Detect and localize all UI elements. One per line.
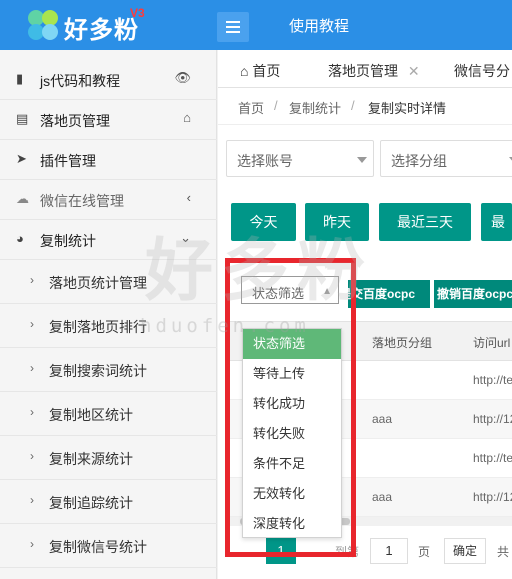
sidebar-item-js-code[interactable]: ▮ js代码和教程 👁: [0, 60, 217, 100]
cell-group: aaa: [372, 412, 393, 426]
group-select[interactable]: 选择分组: [380, 140, 512, 177]
tab-home[interactable]: ⌂ 首页: [240, 61, 280, 81]
sidebar-item-landing-page[interactable]: ▤ 落地页管理 ⌂: [0, 100, 217, 140]
send-icon: ➤: [16, 151, 27, 166]
submit-baidu-ocpc-button[interactable]: 提交百度ocpc: [348, 280, 430, 308]
today-button[interactable]: 今天: [231, 203, 296, 241]
caret-down-icon: [357, 157, 367, 163]
breadcrumb: 首页 / 复制统计 / 复制实时详情: [218, 88, 512, 125]
sidebar-subitem-label: 复制来源统计: [49, 451, 133, 467]
close-icon[interactable]: ✕: [408, 63, 420, 79]
sidebar-item-label: js代码和教程: [40, 73, 121, 89]
sidebar-subitem[interactable]: › 复制搜索词统计: [0, 348, 217, 392]
document-icon: ▤: [16, 111, 29, 126]
confirm-button[interactable]: 确定: [444, 538, 486, 564]
sidebar: ▮ js代码和教程 👁 ▤ 落地页管理 ⌂ ➤ 插件管理 ☁ 微信在线管理 ‹ …: [0, 50, 217, 579]
sidebar-subitem-label: 复制落地页排行: [49, 319, 147, 335]
sidebar-subitem[interactable]: › 复制落地页排行: [0, 304, 217, 348]
sidebar-item-label: 落地页管理: [40, 113, 110, 129]
highlight-box: [225, 258, 356, 557]
tab-label: 首页: [252, 63, 281, 79]
more-date-button[interactable]: 最: [481, 203, 512, 241]
sidebar-subitem[interactable]: › 复制追踪统计: [0, 480, 217, 524]
sidebar-subitem[interactable]: › 复制来源统计: [0, 436, 217, 480]
sidebar-subitem-label: 落地页统计管理: [49, 275, 147, 291]
menu-toggle-button[interactable]: [217, 12, 249, 42]
bookmark-icon: ▮: [16, 71, 24, 86]
pie-chart-icon: ◕: [16, 231, 24, 246]
tutorial-link[interactable]: 使用教程: [289, 15, 349, 36]
sidebar-subitem-label: 复制微信号统计: [49, 539, 147, 555]
sidebar-item-copy-stats[interactable]: ◕ 复制统计 ⌄: [0, 220, 217, 260]
chevron-right-icon: ›: [30, 449, 34, 463]
top-header: 好多粉 V3 使用教程: [0, 0, 512, 50]
tab-bar: ⌂ 首页 落地页管理 ✕ 微信号分: [218, 50, 512, 88]
version-badge: V3: [130, 6, 145, 20]
tab-label: 落地页管理: [328, 63, 398, 79]
home-icon: ⌂: [240, 63, 249, 79]
sidebar-item-label: 微信在线管理: [40, 193, 124, 209]
chevron-right-icon: ›: [30, 493, 34, 507]
page-label: 页: [418, 545, 431, 559]
breadcrumb-copy-stats[interactable]: 复制统计: [289, 98, 341, 117]
account-select[interactable]: 选择账号: [226, 140, 374, 177]
total-label: 共: [497, 545, 510, 559]
chevron-right-icon: ›: [30, 405, 34, 419]
breadcrumb-home[interactable]: 首页: [238, 98, 264, 117]
wechat-icon: ☁: [16, 191, 29, 206]
cell-group: aaa: [372, 490, 393, 504]
logo-text: 好多粉: [64, 17, 139, 44]
column-header-url: 访问url: [473, 336, 511, 350]
cell-url: http://te: [473, 373, 512, 387]
column-header-group: 落地页分组: [372, 336, 433, 350]
chevron-right-icon: ›: [30, 273, 34, 287]
eye-icon[interactable]: 👁: [174, 70, 191, 86]
cell-url: http://12: [473, 412, 512, 426]
chevron-left-icon: ‹: [186, 190, 191, 205]
home-icon[interactable]: ⌂: [183, 110, 191, 125]
breadcrumb-separator: /: [351, 98, 355, 113]
yesterday-button[interactable]: 昨天: [305, 203, 369, 241]
sidebar-subitem-label: 复制搜索词统计: [49, 363, 147, 379]
tab-landing-page[interactable]: 落地页管理 ✕: [328, 61, 420, 81]
cell-url: http://te: [473, 451, 512, 465]
sidebar-item-plugins[interactable]: ➤ 插件管理: [0, 140, 217, 180]
group-select-value: 选择分组: [391, 153, 447, 169]
account-select-value: 选择账号: [237, 153, 293, 169]
chevron-down-icon: ⌄: [180, 230, 191, 245]
sidebar-subitem[interactable]: › 落地页统计管理: [0, 260, 217, 304]
logo[interactable]: 好多粉 V3: [26, 6, 156, 46]
breadcrumb-separator: /: [274, 98, 278, 113]
chevron-right-icon: ›: [30, 537, 34, 551]
sidebar-subitem-label: 复制地区统计: [49, 407, 133, 423]
chevron-right-icon: ›: [30, 361, 34, 375]
clover-logo-icon: [26, 10, 64, 44]
goto-page-input[interactable]: 1: [370, 538, 408, 564]
breadcrumb-current: 复制实时详情: [368, 101, 447, 116]
sidebar-item-label: 插件管理: [40, 153, 96, 169]
sidebar-item-wechat-online[interactable]: ☁ 微信在线管理 ‹: [0, 180, 217, 220]
sidebar-subitem[interactable]: › 复制地区统计: [0, 392, 217, 436]
chevron-right-icon: ›: [30, 317, 34, 331]
cell-url: http://12: [473, 490, 512, 504]
sidebar-subitem[interactable]: › 复制微信号统计: [0, 524, 217, 568]
tab-wechat[interactable]: 微信号分: [454, 61, 510, 81]
sidebar-subitem-label: 复制追踪统计: [49, 495, 133, 511]
revoke-baidu-ocpc-button[interactable]: 撤销百度ocpc: [434, 280, 512, 308]
last-three-days-button[interactable]: 最近三天: [379, 203, 471, 241]
sidebar-item-label: 复制统计: [40, 233, 96, 249]
